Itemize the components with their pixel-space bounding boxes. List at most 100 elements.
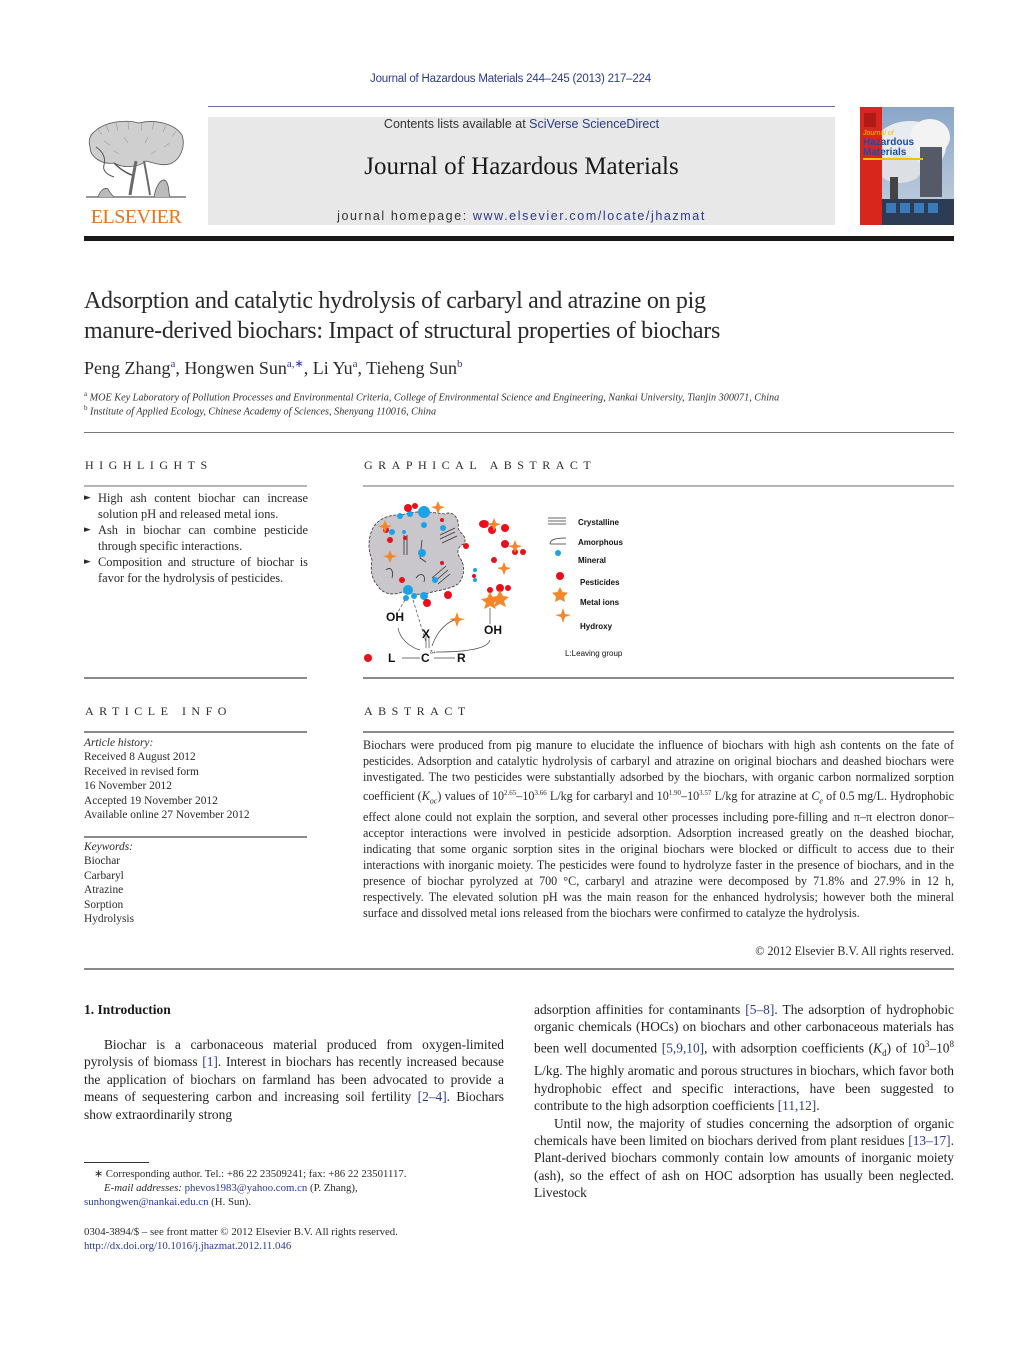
keyword: Sorption (84, 898, 124, 911)
sciencedirect-link[interactable]: SciVerse ScienceDirect (529, 117, 659, 131)
section-divider (84, 432, 954, 433)
author-name: Tieheng Sun (366, 358, 458, 378)
leaving-group-note: L:Leaving group (565, 649, 623, 658)
citation-link[interactable]: [5–8] (745, 1002, 774, 1017)
author-affiliation-link[interactable]: a,∗ (287, 358, 304, 370)
keyword: Atrazine (84, 884, 124, 897)
l-label: L (388, 651, 395, 665)
author-name: Hongwen Sun (184, 358, 287, 378)
cover-title-1: Journal of (862, 130, 895, 137)
history-revised-date: 16 November 2012 (84, 780, 172, 793)
highlights-rule (84, 485, 307, 487)
masthead-divider (84, 236, 954, 241)
abstract-bottom-rule (84, 968, 954, 970)
keyword: Biochar (84, 855, 121, 868)
elsevier-logo[interactable]: ELSEVIER (84, 117, 188, 229)
legend-metal-ions: Metal ions (580, 598, 620, 607)
citation-link[interactable]: [5,9,10] (662, 1040, 704, 1055)
email-addresses: E-mail addresses: phevos1983@yahoo.com.c… (104, 1182, 358, 1194)
journal-homepage: journal homepage: www.elsevier.com/locat… (337, 209, 706, 223)
tree-icon (86, 120, 186, 198)
r-label: R (457, 651, 466, 665)
legend-mineral: Mineral (578, 556, 606, 565)
section-rule (363, 677, 954, 679)
article-history: Article history: Received 8 August 2012 … (84, 736, 308, 822)
journal-cover-image: Journal of Hazardous Materials (860, 107, 954, 225)
article-info-heading: ARTICLE INFO (85, 704, 232, 718)
footnote-rule (84, 1162, 149, 1163)
contents-line: Contents lists available at SciVerse Sci… (383, 117, 660, 131)
author-affiliation-link[interactable]: b (457, 358, 463, 370)
header-rule (208, 106, 835, 107)
email-link[interactable]: phevos1983@yahoo.com.cn (185, 1182, 308, 1194)
abstract-heading: ABSTRACT (364, 704, 471, 718)
paragraph: Until now, the majority of studies conce… (534, 1115, 954, 1201)
highlight-item: ► Ash in biochar can combine pesticide th… (84, 523, 308, 553)
author-affiliation-link[interactable]: a (353, 358, 358, 370)
crystalline-icon (548, 517, 566, 525)
citation-link[interactable]: [2–4] (418, 1089, 447, 1104)
front-matter: 0304-3894/$ – see front matter © 2012 El… (84, 1225, 524, 1253)
body-column-right: adsorption affinities for contaminants [… (534, 1001, 954, 1202)
article-title: Adsorption and catalytic hydrolysis of c… (84, 288, 721, 344)
graphical-abstract-figure[interactable]: OH OH X L C R δ+ Crystalline Amorphous M… (360, 500, 660, 670)
section-rule (84, 677, 307, 679)
cover-title-3: Materials (863, 147, 907, 158)
author-name: Li Yu (312, 358, 353, 378)
running-head[interactable]: Journal of Hazardous Materials 244–245 (… (0, 73, 1021, 85)
pesticide-legend-icon (556, 572, 564, 580)
graphical-abstract-rule (363, 485, 954, 487)
homepage-link[interactable]: www.elsevier.com/locate/jhazmat (473, 209, 706, 223)
oh-right-label: OH (484, 623, 502, 637)
metal-ion-icon (552, 587, 568, 602)
affiliation: b Institute of Applied Ecology, Chinese … (84, 404, 437, 418)
keyword: Carbaryl (84, 869, 124, 882)
history-received: Received 8 August 2012 (84, 751, 196, 764)
footnotes: ∗ Corresponding author. Tel.: +86 22 235… (84, 1167, 524, 1209)
issn-line: 0304-3894/$ – see front matter © 2012 El… (84, 1226, 398, 1238)
keyword: Hydrolysis (84, 913, 134, 926)
legend-pesticides: Pesticides (580, 578, 620, 587)
history-revised: Received in revised form (84, 765, 199, 778)
citation-link[interactable]: [11,12] (778, 1098, 817, 1113)
journal-masthead: Contents lists available at SciVerse Sci… (208, 117, 835, 225)
highlight-item: ► Composition and structure of biochar is… (84, 555, 308, 585)
doi-link[interactable]: http://dx.doi.org/10.1016/j.jhazmat.2012… (84, 1240, 291, 1252)
delta-label: δ+ (430, 650, 436, 656)
history-accepted: Accepted 19 November 2012 (84, 794, 218, 807)
email-link[interactable]: sunhongwen@nankai.edu.cn (84, 1196, 208, 1208)
history-online: Available online 27 November 2012 (84, 809, 250, 822)
author-affiliation-link[interactable]: a (170, 358, 175, 370)
highlight-item: ► High ash content biochar can increase s… (84, 491, 308, 521)
paragraph: adsorption affinities for contaminants [… (534, 1002, 954, 1114)
x-label: X (422, 627, 430, 641)
citation-link[interactable]: [13–17] (908, 1133, 950, 1148)
graphical-abstract-heading: GRAPHICAL ABSTRACT (364, 458, 597, 472)
article-info-rule (84, 731, 307, 733)
legend: Crystalline Amorphous Mineral Pesticides… (548, 517, 623, 658)
affiliation: a MOE Key Laboratory of Pollution Proces… (84, 390, 780, 404)
oh-left-label: OH (386, 610, 404, 624)
author-list: Peng Zhanga, Hongwen Suna,∗, Li Yua, Tie… (84, 358, 463, 378)
amorphous-icon (549, 537, 567, 545)
elsevier-wordmark: ELSEVIER (90, 206, 182, 228)
highlights-heading: HIGHLIGHTS (85, 458, 213, 472)
bullet-triangle-icon: ► (84, 493, 91, 503)
mineral-icon (555, 550, 561, 556)
abstract-rule (363, 731, 954, 733)
c-label: C (421, 651, 430, 665)
legend-crystalline: Crystalline (578, 518, 619, 527)
abstract-copyright: © 2012 Elsevier B.V. All rights reserved… (755, 944, 954, 958)
section-heading-introduction: 1. Introduction (84, 1002, 171, 1017)
abstract-text: Biochars were produced from pig manure t… (363, 738, 954, 921)
paragraph: Biochar is a carbonaceous material produ… (84, 1037, 504, 1122)
citation-link[interactable]: [1] (202, 1054, 218, 1069)
bullet-triangle-icon: ► (84, 525, 91, 535)
highlights-list: ► High ash content biochar can increase s… (84, 490, 308, 586)
body-column-left: Biochar is a carbonaceous material produ… (84, 1036, 504, 1123)
keywords: Keywords: Biochar Carbaryl Atrazine Sorp… (84, 840, 308, 926)
author-name: Peng Zhang (84, 358, 171, 378)
legend-amorphous: Amorphous (578, 538, 623, 547)
pesticide-icon (364, 654, 372, 662)
legend-hydroxy: Hydroxy (580, 622, 613, 631)
